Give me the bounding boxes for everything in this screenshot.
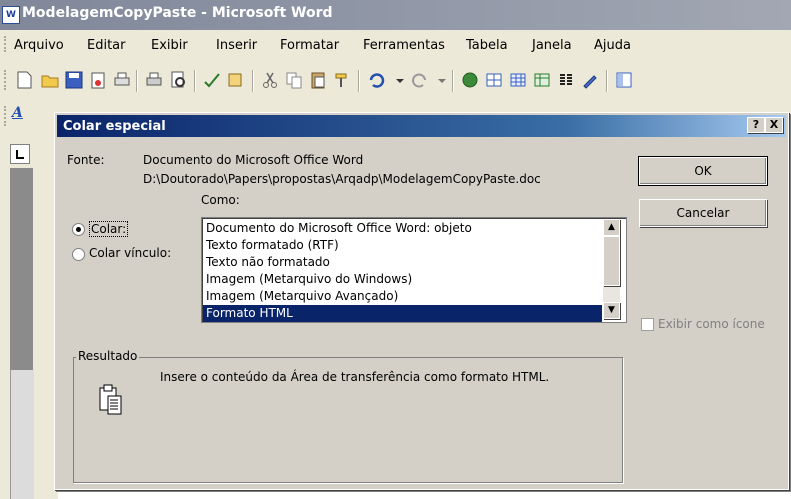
menu-ajuda[interactable]: Ajuda [594,38,631,53]
left-tab-icon [16,150,24,159]
styles-formatting-icon[interactable]: A [12,105,23,121]
tab-selector[interactable] [10,144,30,164]
result-description: Insere o conteúdo da Área de transferênc… [160,370,550,384]
columns-icon[interactable] [556,70,576,90]
display-as-icon-checkbox[interactable] [641,318,654,331]
save-icon[interactable] [64,70,84,90]
hyperlink-icon[interactable] [460,70,480,90]
as-label: Como: [201,193,240,207]
paste-radio-label[interactable]: Colar: [89,221,129,237]
toolbar-separator [136,70,138,92]
toolbar-separator [606,70,608,92]
ok-button[interactable]: OK [638,156,768,186]
list-scrollbar[interactable]: ▲ ▼ [603,219,620,319]
menu-inserir[interactable]: Inserir [216,38,257,53]
undo-dropdown-icon[interactable] [390,70,410,90]
menu-janela[interactable]: Janela [532,38,572,53]
list-item-selected[interactable]: Formato HTML [203,305,602,322]
permission-icon[interactable] [88,70,108,90]
paste-radio[interactable] [72,223,85,236]
cut-icon[interactable] [260,70,280,90]
new-document-icon[interactable] [14,70,34,90]
print-preview-icon[interactable] [168,70,188,90]
toolbar-separator [452,70,454,92]
vertical-ruler-page [10,370,34,499]
dialog-title: Colar especial [63,119,166,134]
cancel-button[interactable]: Cancelar [639,199,767,227]
format-toolbar-grip[interactable] [4,106,9,126]
toolbar-separator [252,70,254,92]
paste-special-dialog: Colar especial ? X Fonte: Documento do M… [54,112,789,490]
close-button[interactable]: X [765,117,783,133]
menu-ferramentas[interactable]: Ferramentas [363,38,445,53]
list-item[interactable]: Texto não formatado [206,254,330,271]
word-title-bar: W ModelagemCopyPaste - Microsoft Word [0,0,791,30]
source-document: Documento do Microsoft Office Word [143,153,364,167]
scroll-down-icon[interactable]: ▼ [603,302,620,319]
drawing-icon[interactable] [580,70,600,90]
copy-icon[interactable] [284,70,304,90]
result-label: Resultado [76,349,140,363]
quick-print-icon[interactable] [144,70,164,90]
paste-as-list[interactable]: Documento do Microsoft Office Word: obje… [201,217,627,323]
open-folder-icon[interactable] [40,70,60,90]
print-icon[interactable] [112,70,132,90]
list-item[interactable]: Documento do Microsoft Office Word: obje… [206,220,472,237]
standard-toolbar [0,60,791,100]
document-map-icon[interactable] [614,70,634,90]
toolbar-separator [358,70,360,92]
tables-borders-icon[interactable] [484,70,504,90]
source-label: Fonte: [67,153,105,167]
insert-table-icon[interactable] [508,70,528,90]
menu-exibir[interactable]: Exibir [151,38,188,53]
paste-link-radio[interactable] [72,248,85,261]
redo-icon[interactable] [410,70,430,90]
menu-formatar[interactable]: Formatar [280,38,339,53]
scroll-up-icon[interactable]: ▲ [603,219,620,236]
menubar-grip[interactable] [4,36,9,52]
list-item[interactable]: Imagem (Metarquivo do Windows) [206,271,412,288]
result-group: Resultado Insere o conteúdo da Área de t… [73,349,623,483]
menu-tabela[interactable]: Tabela [466,38,508,53]
source-path: D:\Doutorado\Papers\propostas\Arqadp\Mod… [143,172,541,186]
undo-icon[interactable] [366,70,386,90]
list-item[interactable]: Imagem (Metarquivo Avançado) [206,288,398,305]
toolbar-grip[interactable] [4,70,9,90]
toolbar-separator [194,70,196,92]
list-item[interactable]: Texto formatado (RTF) [206,237,339,254]
help-button[interactable]: ? [747,117,765,133]
word-window-title: ModelagemCopyPaste - Microsoft Word [22,5,333,21]
research-icon[interactable] [226,70,246,90]
word-logo-icon: W [2,6,20,24]
paste-icon[interactable] [308,70,328,90]
scroll-thumb[interactable] [603,236,620,286]
format-painter-icon[interactable] [332,70,352,90]
dialog-title-bar: Colar especial ? X [57,115,786,137]
menu-arquivo[interactable]: Arquivo [14,38,64,53]
redo-dropdown-icon[interactable] [432,70,452,90]
clipboard-icon [99,384,122,415]
paste-link-radio-label[interactable]: Colar vínculo: [89,246,171,260]
insert-worksheet-icon[interactable] [532,70,552,90]
menu-editar[interactable]: Editar [87,38,126,53]
display-as-icon-label[interactable]: Exibir como ícone [658,317,765,331]
spelling-icon[interactable] [202,70,222,90]
menu-bar: Arquivo Editar Exibir Inserir Formatar F… [0,30,791,60]
